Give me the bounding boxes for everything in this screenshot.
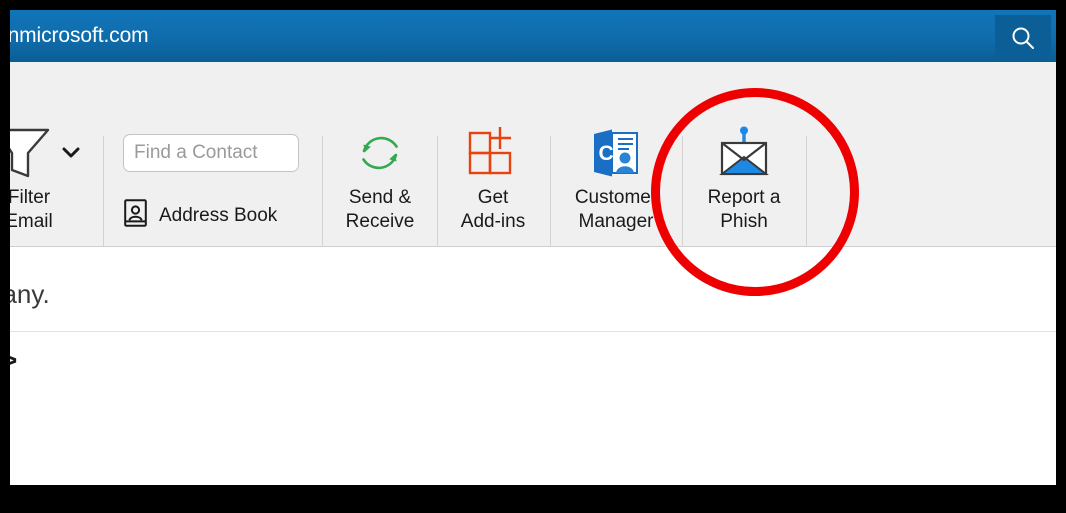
title-bar: onmicrosoft.com [10,10,1056,62]
search-button[interactable] [995,15,1051,61]
toolbar-label-filter-email-line1: Filter [10,187,51,208]
grid-plus-icon [464,125,522,186]
toolbar-divider [550,136,551,248]
search-icon [1010,25,1036,51]
toolbar-label-report-a-phish-line2: Phish [720,211,768,232]
toolbar-label-customer-manager-line1: Customer [574,187,658,208]
toolbar-label-get-addins-line1: Get [477,187,509,208]
toolbar-label-filter-email-line2: Email [10,211,53,232]
message-body-area: pany. > [10,247,1056,485]
toolbar-label-send-receive-line2: Receive [345,211,415,232]
toolbar-label-address-book: Address Book [159,204,278,226]
toolbar-button-filter-email[interactable]: Filter Email [10,124,94,234]
toolbar-divider [322,136,323,248]
toolbar-button-customer-manager[interactable]: C Customer Manager [558,124,674,234]
toolbar-label-send-receive-line1: Send & [348,187,412,208]
address-book-icon [123,198,148,233]
toolbar-divider [806,136,807,248]
toolbar-button-address-book[interactable]: Address Book [123,198,305,233]
message-body-divider [10,331,1056,332]
svg-text:C: C [599,142,614,165]
message-body-text: pany. [10,279,50,309]
toolbar-button-send-receive[interactable]: Send & Receive [332,124,428,234]
toolbar-group-contacts: Address Book [123,134,305,233]
refresh-circle-icon [351,124,409,187]
toolbar-label-get-addins-line2: Add-ins [460,211,526,232]
title-bar-text: onmicrosoft.com [10,24,149,47]
toolbar-label-report-a-phish-line1: Report a [707,187,781,208]
black-frame-border: onmicrosoft.com Filter Email Find a Cont… [0,0,1066,513]
toolbar-button-report-a-phish[interactable]: Report a Phish [694,124,794,234]
toolbar-button-get-addins[interactable]: Get Add-ins [446,124,540,234]
ribbon-toolbar: Filter Email Address Book [10,62,1056,248]
toolbar-divider [682,136,683,248]
toolbar-label-customer-manager-line2: Manager [578,211,654,232]
chevron-down-icon[interactable] [62,146,80,164]
outlook-customer-manager-icon: C [587,125,645,186]
phish-envelope-hook-icon [713,124,775,187]
outlook-window: onmicrosoft.com Filter Email Find a Cont… [10,10,1056,485]
toolbar-divider [437,136,438,248]
funnel-icon [10,126,54,187]
toolbar-divider [103,136,104,248]
find-a-contact-input[interactable] [123,134,299,172]
message-quote-marker: > [10,345,17,376]
